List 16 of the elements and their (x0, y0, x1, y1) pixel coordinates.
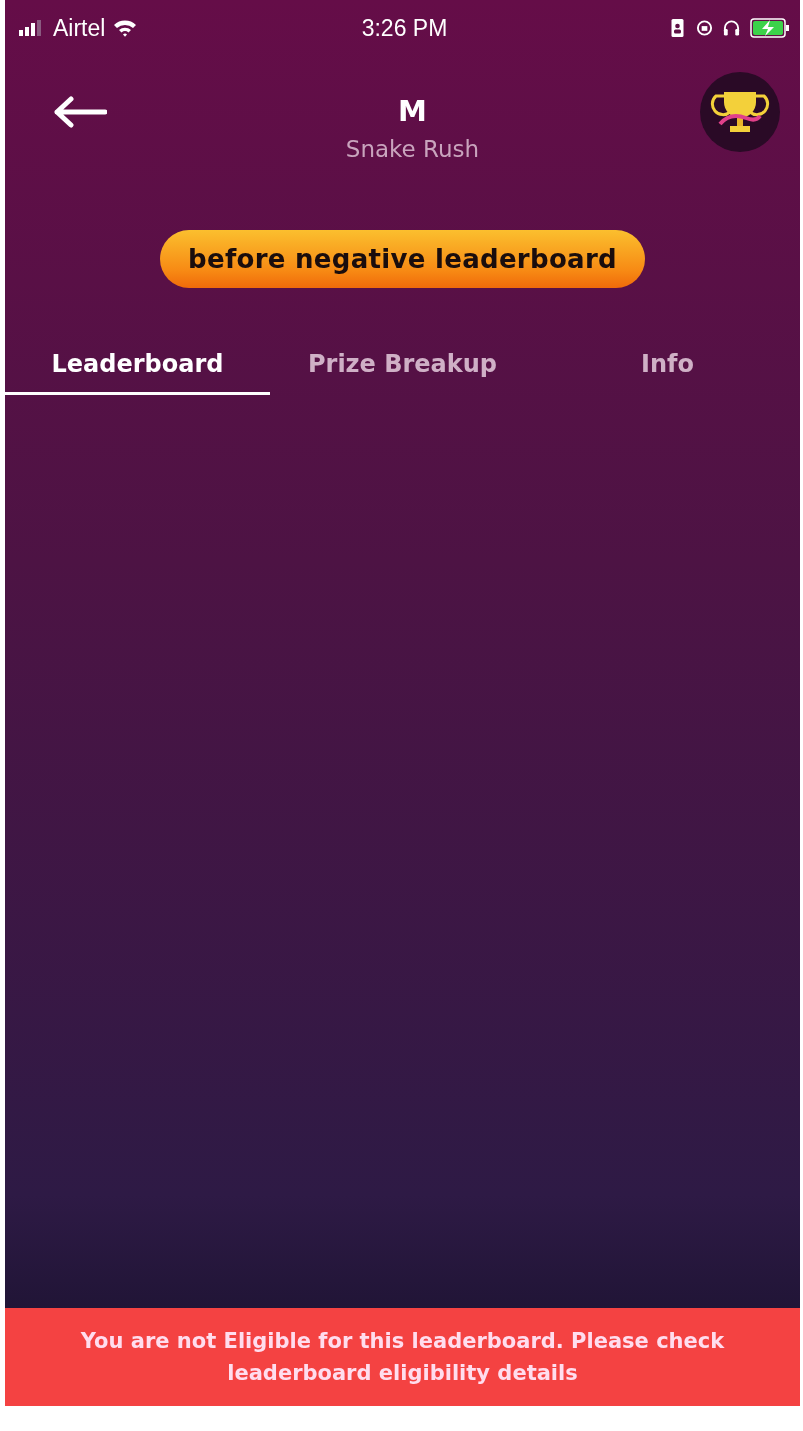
header-title: M (398, 94, 427, 128)
trophy-icon[interactable] (700, 72, 780, 152)
status-time: 3:26 PM (361, 14, 448, 42)
wifi-icon (113, 19, 138, 37)
eligibility-message: You are not Eligible for this leaderboard. Please check leaderboard eligibility details (79, 1328, 726, 1387)
battery-charging-icon (750, 18, 790, 38)
tab[interactable]: Prize Breakup (270, 338, 535, 395)
header-subtitle: Snake Rush (345, 136, 480, 162)
portrait-icon (669, 19, 686, 37)
rotation-lock-icon (696, 19, 713, 37)
tab[interactable]: Info (535, 338, 800, 395)
tab[interactable]: Leaderboard (5, 338, 270, 395)
headphones-icon (723, 19, 740, 37)
leaderboard-badge: before negative leaderboard (160, 230, 645, 288)
carrier-name: Airtel (53, 14, 106, 42)
back-arrow-icon[interactable] (53, 96, 107, 128)
